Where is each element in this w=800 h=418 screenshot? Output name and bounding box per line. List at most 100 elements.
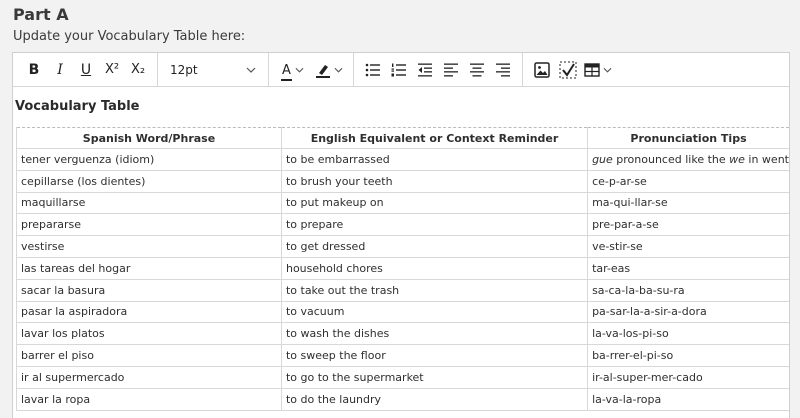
subscript-button[interactable]: X₂ <box>125 57 151 83</box>
table-row[interactable]: prepararse to prepare pre-par-a-se <box>16 213 789 237</box>
table-header-row: Spanish Word/Phrase English Equivalent o… <box>16 127 789 149</box>
bold-label: B <box>28 61 40 78</box>
table-cell[interactable]: tar-eas <box>587 257 789 280</box>
table-cell[interactable]: to prepare <box>281 213 589 237</box>
table-cell[interactable]: to wash the dishes <box>281 322 589 346</box>
table-cell[interactable]: ce-p-ar-se <box>587 170 789 193</box>
underline-button[interactable]: U <box>73 57 99 83</box>
align-left-icon <box>444 63 458 76</box>
table-cell[interactable]: to sweep the floor <box>281 344 589 367</box>
table-icon <box>584 62 600 77</box>
table-cell[interactable]: la-va-los-pi-so <box>587 322 789 346</box>
table-row[interactable]: lavar los platos to wash the dishes la-va-… <box>16 322 789 346</box>
chevron-down-icon <box>295 67 304 73</box>
cell-text: pronounced like the <box>612 152 730 166</box>
table-cell[interactable]: to take out the trash <box>281 279 589 302</box>
align-right-button[interactable] <box>490 57 516 83</box>
highlight-color-button[interactable] <box>311 57 347 83</box>
table-cell[interactable]: to brush your teeth <box>281 170 589 193</box>
table-row[interactable]: las tareas del hogar household chores tar-… <box>16 257 789 280</box>
italic-button[interactable]: I <box>47 57 73 83</box>
font-size-value: 12pt <box>170 62 198 77</box>
table-row[interactable]: sacar la basura to take out the trash sa-c… <box>16 279 789 302</box>
bullet-list-icon <box>365 63 380 76</box>
editor-content[interactable]: Vocabulary Table Spanish Word/Phrase Eng… <box>13 87 789 411</box>
vocabulary-table[interactable]: Spanish Word/Phrase English Equivalent o… <box>16 127 789 411</box>
table-cell[interactable]: tener verguenza (idiom) <box>16 148 282 171</box>
table-cell[interactable]: to put makeup on <box>281 192 589 215</box>
outdent-icon <box>418 63 432 76</box>
table-cell[interactable]: gue pronounced like the we in went <box>587 148 789 171</box>
table-row[interactable]: lavar la ropa to do the laundry la-va-la-r… <box>16 388 789 411</box>
table-row[interactable]: ir al supermercado to go to the supermark… <box>16 366 789 389</box>
table-row[interactable]: vestirse to get dressed ve-stir-se <box>16 235 789 258</box>
editor-toolbar: B I U X² X₂ 12pt A <box>13 52 789 87</box>
table-cell[interactable]: ir-al-super-mer-cado <box>587 366 789 389</box>
superscript-label: X² <box>104 62 120 77</box>
table-cell[interactable]: sa-ca-la-ba-su-ra <box>587 279 789 302</box>
spellcheck-button[interactable] <box>555 57 581 83</box>
table-cell[interactable]: to be embarrassed <box>281 148 589 171</box>
bullet-list-button[interactable] <box>360 57 386 83</box>
align-center-icon <box>470 63 484 76</box>
toolbar-divider <box>157 52 158 87</box>
bold-button[interactable]: B <box>21 57 47 83</box>
chevron-down-icon <box>603 67 612 73</box>
numbered-list-button[interactable] <box>386 57 412 83</box>
table-cell[interactable]: ve-stir-se <box>587 235 789 258</box>
table-cell[interactable]: ir al supermercado <box>16 366 282 389</box>
table-cell[interactable]: household chores <box>281 257 589 280</box>
font-color-button[interactable]: A <box>275 57 311 83</box>
outdent-button[interactable] <box>412 57 438 83</box>
table-cell[interactable]: to do the laundry <box>281 388 589 411</box>
align-center-button[interactable] <box>464 57 490 83</box>
rich-text-editor[interactable]: B I U X² X₂ 12pt A Vocabulary Table Span… <box>12 52 790 418</box>
table-row[interactable]: maquillarse to put makeup on ma-qui-llar-s… <box>16 192 789 215</box>
table-row[interactable]: barrer el piso to sweep the floor ba-rrer-… <box>16 344 789 367</box>
table-cell[interactable]: la-va-la-ropa <box>587 388 789 411</box>
document-heading: Vocabulary Table <box>15 99 140 114</box>
italic-label: I <box>57 61 63 78</box>
table-cell[interactable]: cepillarse (los dientes) <box>16 170 282 193</box>
table-cell[interactable]: pasar la aspiradora <box>16 301 282 324</box>
table-cell[interactable]: ma-qui-llar-se <box>587 192 789 215</box>
highlighter-icon <box>316 64 330 78</box>
subscript-label: X₂ <box>130 62 146 77</box>
font-color-label: A <box>282 62 291 78</box>
table-cell[interactable]: lavar la ropa <box>16 388 282 411</box>
spellcheck-icon <box>559 61 577 78</box>
italic-text: gue <box>592 152 613 166</box>
table-cell[interactable]: to get dressed <box>281 235 589 258</box>
align-left-button[interactable] <box>438 57 464 83</box>
toolbar-divider <box>268 52 269 87</box>
insert-table-button[interactable] <box>581 57 615 83</box>
align-right-icon <box>496 63 510 76</box>
table-row[interactable]: tener verguenza (idiom) to be embarrasse… <box>16 148 789 171</box>
chevron-down-icon <box>246 67 256 73</box>
image-icon <box>534 61 550 78</box>
column-header: English Equivalent or Context Reminder <box>281 127 589 149</box>
instructions-text: Update your Vocabulary Table here: <box>13 29 246 44</box>
table-cell[interactable]: maquillarse <box>16 192 282 215</box>
column-header: Spanish Word/Phrase <box>16 127 282 149</box>
column-header: Pronunciation Tips <box>587 127 789 149</box>
table-cell[interactable]: pa-sar-la-a-sir-a-dora <box>587 301 789 324</box>
numbered-list-icon <box>391 63 406 76</box>
superscript-button[interactable]: X² <box>99 57 125 83</box>
table-cell[interactable]: sacar la basura <box>16 279 282 302</box>
part-title: Part A <box>13 5 69 24</box>
table-cell[interactable]: prepararse <box>16 213 282 237</box>
table-row[interactable]: pasar la aspiradora to vacuum pa-sar-la-a-… <box>16 301 789 324</box>
table-cell[interactable]: ba-rrer-el-pi-so <box>587 344 789 367</box>
insert-image-button[interactable] <box>529 57 555 83</box>
table-cell[interactable]: las tareas del hogar <box>16 257 282 280</box>
table-row[interactable]: cepillarse (los dientes) to brush your te… <box>16 170 789 193</box>
table-cell[interactable]: to go to the supermarket <box>281 366 589 389</box>
table-cell[interactable]: vestirse <box>16 235 282 258</box>
table-cell[interactable]: lavar los platos <box>16 322 282 346</box>
table-cell[interactable]: barrer el piso <box>16 344 282 367</box>
font-size-select[interactable]: 12pt <box>164 57 262 83</box>
cell-text: in went <box>744 152 789 166</box>
table-cell[interactable]: pre-par-a-se <box>587 213 789 237</box>
table-cell[interactable]: to vacuum <box>281 301 589 324</box>
